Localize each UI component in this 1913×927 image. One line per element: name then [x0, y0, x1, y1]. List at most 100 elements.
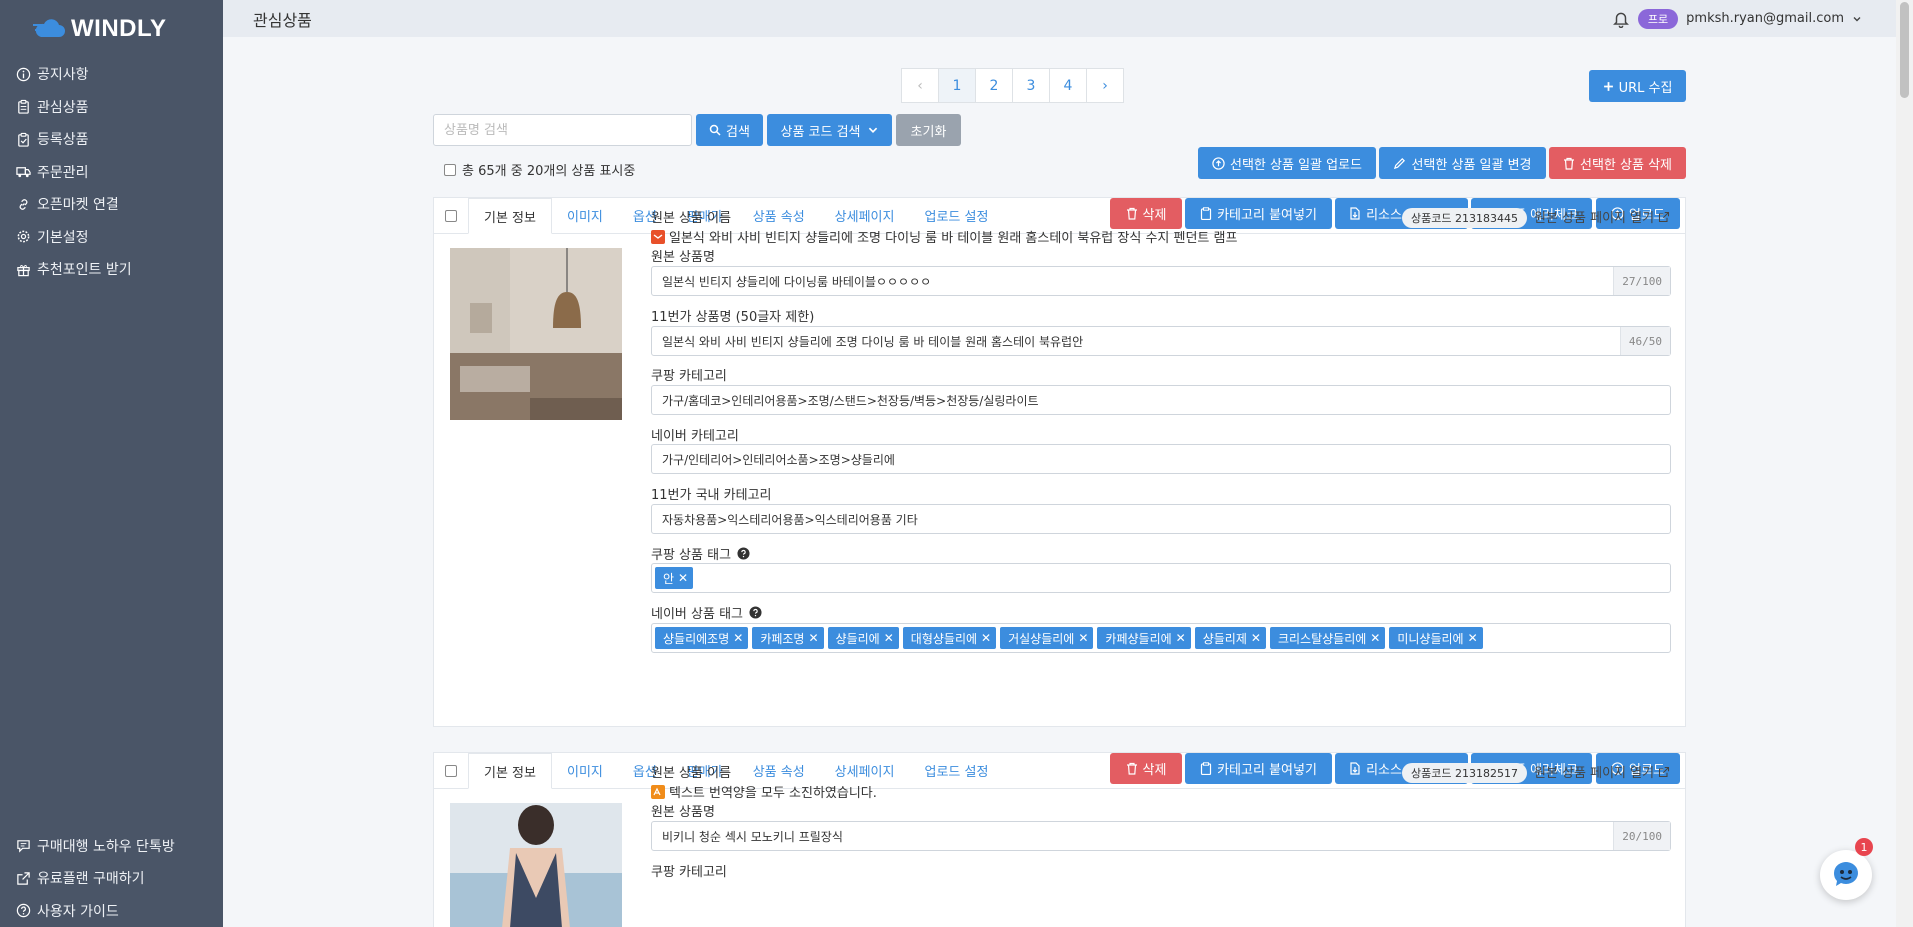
- paste-category-button[interactable]: 카테고리 붙여넣기: [1185, 198, 1332, 229]
- original-name-field[interactable]: 일본식 빈티지 샹들리에 다이닝룸 바테이블ㅇㅇㅇㅇㅇ 27/100: [651, 266, 1671, 296]
- search-input[interactable]: [433, 114, 692, 146]
- tab-basic-info[interactable]: 기본 정보: [468, 753, 552, 789]
- original-name-field[interactable]: 비키니 청순 섹시 모노키니 프릴장식 20/100: [651, 821, 1671, 851]
- naver-category-field[interactable]: 가구/인테리어>인테리어소품>조명>샹들리에: [651, 444, 1671, 474]
- brand-logo[interactable]: WINDLY: [0, 0, 223, 58]
- page-3-button[interactable]: 3: [1012, 68, 1050, 103]
- remove-tag-icon[interactable]: ✕: [1078, 631, 1088, 645]
- link-icon: [19, 198, 28, 210]
- sidebar-item-watchlist[interactable]: 관심상품: [0, 91, 223, 124]
- tag-chip[interactable]: 안 ✕: [655, 567, 694, 589]
- external-link-icon: [1659, 766, 1670, 777]
- user-area: 프로 pmksh.ryan@gmail.com: [1612, 8, 1896, 29]
- sidebar-item-orders[interactable]: 주문관리: [0, 156, 223, 189]
- remove-tag-icon[interactable]: ✕: [1251, 631, 1261, 645]
- page-1-button[interactable]: 1: [938, 68, 976, 103]
- reset-button[interactable]: 초기화: [896, 114, 961, 146]
- delete-button[interactable]: 삭제: [1110, 198, 1182, 229]
- remove-tag-icon[interactable]: ✕: [1370, 631, 1380, 645]
- naver-tags-label: 네이버 상품 태그: [651, 603, 762, 622]
- cloud-logo-icon: [33, 19, 65, 37]
- chevron-down-icon[interactable]: [1852, 14, 1862, 24]
- clipboard-icon: [18, 100, 29, 114]
- search-button[interactable]: 검색: [696, 114, 763, 146]
- coupang-tags-field[interactable]: 안 ✕: [651, 563, 1671, 593]
- product-code-badge: 상품코드 213183445: [1402, 208, 1527, 228]
- sidebar-item-guide[interactable]: 사용자 가이드: [0, 895, 223, 927]
- page-4-button[interactable]: 4: [1049, 68, 1087, 103]
- naver-tags-field[interactable]: 샹들리에조명 ✕ 카페조명 ✕ 샹들리에 ✕ 대형샹들리에 ✕ 거실샹들리에 ✕ 카페샹들…: [651, 623, 1671, 653]
- chat-widget-button[interactable]: [1820, 850, 1872, 900]
- st11-category-field[interactable]: 자동차용품>익스테리어용품>익스테리어용품 기타: [651, 504, 1671, 534]
- sidebar-item-notice[interactable]: 공지사항: [0, 58, 223, 91]
- st11-name-field[interactable]: 일본식 와비 사비 빈티지 샹들리에 조명 다이닝 룸 바 테이블 원래 홈스테…: [651, 326, 1671, 356]
- brand-name: WINDLY: [71, 15, 167, 42]
- product-card: 기본 정보 이미지 옵션 판매가 상품 속성 상세페이지 업로드 설정 삭제 카…: [433, 197, 1686, 727]
- product-checkbox[interactable]: [445, 210, 457, 222]
- original-title-row: 텍스트 번역양을 모두 소진하였습니다.: [651, 782, 877, 801]
- remove-tag-icon[interactable]: ✕: [1468, 631, 1478, 645]
- pendant-lamp-photo: [450, 248, 622, 420]
- coupang-category-field[interactable]: 가구/홈데코>인테리어용품>조명/스탠드>천장등/벽등>천장등/실링라이트: [651, 385, 1671, 415]
- bulk-upload-button[interactable]: 선택한 상품 일괄 업로드: [1198, 147, 1376, 179]
- tag-chip[interactable]: 샹들리에조명 ✕: [655, 627, 749, 649]
- chevron-down-icon: [868, 127, 877, 133]
- naver-category-label: 네이버 카테고리: [651, 429, 739, 444]
- trash-icon: [1126, 762, 1137, 775]
- remove-tag-icon[interactable]: ✕: [1176, 631, 1186, 645]
- sidebar-item-registered[interactable]: 등록상품: [0, 123, 223, 156]
- file-download-icon: [1350, 762, 1360, 775]
- sidebar: WINDLY 공지사항 관심상품 등록상품 주문관리 오픈마켓 연결 기본설정 …: [0, 0, 223, 927]
- external-link-icon: [17, 872, 30, 885]
- tab-basic-info[interactable]: 기본 정보: [468, 198, 552, 234]
- page-scrollbar[interactable]: [1896, 0, 1913, 927]
- swimsuit-photo: [450, 803, 622, 927]
- help-icon[interactable]: [749, 606, 762, 619]
- open-original-link[interactable]: 원본 상품 페이지 열기: [1534, 762, 1670, 781]
- bulk-edit-button[interactable]: 선택한 상품 일괄 변경: [1379, 147, 1546, 179]
- clipboard-icon: [1200, 207, 1212, 220]
- sidebar-item-community[interactable]: 구매대행 노하우 단톡방: [0, 830, 223, 863]
- tab-images[interactable]: 이미지: [551, 198, 618, 234]
- code-search-dropdown[interactable]: 상품 코드 검색: [767, 114, 892, 146]
- original-name-label: 원본 상품명: [651, 250, 715, 265]
- tag-chip[interactable]: 대형샹들리에 ✕: [902, 627, 997, 649]
- remove-tag-icon[interactable]: ✕: [678, 571, 688, 585]
- remove-tag-icon[interactable]: ✕: [884, 631, 894, 645]
- tag-chip[interactable]: 카페조명 ✕: [752, 627, 824, 649]
- sidebar-item-settings[interactable]: 기본설정: [0, 221, 223, 254]
- delete-button[interactable]: 삭제: [1110, 753, 1182, 784]
- tag-chip[interactable]: 미니샹들리에 ✕: [1389, 627, 1483, 649]
- tab-upload-settings[interactable]: 업로드 설정: [909, 753, 1004, 789]
- remove-tag-icon[interactable]: ✕: [733, 631, 743, 645]
- gift-icon: [17, 264, 30, 276]
- select-all-checkbox[interactable]: [444, 163, 456, 176]
- user-email[interactable]: pmksh.ryan@gmail.com: [1686, 11, 1844, 26]
- paste-category-button[interactable]: 카테고리 붙여넣기: [1185, 753, 1332, 784]
- tag-chip[interactable]: 카페샹들리에 ✕: [1097, 627, 1191, 649]
- tab-images[interactable]: 이미지: [551, 753, 618, 789]
- url-collect-button[interactable]: URL 수집: [1589, 70, 1686, 102]
- tag-chip[interactable]: 샹들리에 ✕: [827, 627, 899, 649]
- st11-category-label: 11번가 국내 카테고리: [651, 488, 772, 503]
- page-next-button[interactable]: ›: [1086, 68, 1124, 103]
- total-count: 총 65개 중 20개의 상품 표시중: [444, 160, 635, 179]
- sidebar-item-buy-plan[interactable]: 유료플랜 구매하기: [0, 862, 223, 895]
- product-checkbox[interactable]: [445, 765, 457, 777]
- tag-chip[interactable]: 샹들리제 ✕: [1194, 627, 1266, 649]
- remove-tag-icon[interactable]: ✕: [981, 631, 991, 645]
- product-image[interactable]: [450, 248, 622, 420]
- tag-chip[interactable]: 크리스탈샹들리에 ✕: [1269, 627, 1386, 649]
- help-icon[interactable]: [737, 547, 750, 560]
- sidebar-item-market-connect[interactable]: 오픈마켓 연결: [0, 188, 223, 221]
- open-original-link[interactable]: 원본 상품 페이지 열기: [1534, 207, 1670, 226]
- scrollbar-thumb[interactable]: [1900, 2, 1909, 98]
- page-prev-button[interactable]: ‹: [901, 68, 939, 103]
- tag-chip[interactable]: 거실샹들리에 ✕: [1000, 627, 1094, 649]
- page-2-button[interactable]: 2: [975, 68, 1013, 103]
- sidebar-item-referral[interactable]: 추천포인트 받기: [0, 253, 223, 286]
- bell-icon[interactable]: [1612, 10, 1630, 28]
- product-image[interactable]: [450, 803, 622, 927]
- remove-tag-icon[interactable]: ✕: [808, 631, 818, 645]
- bulk-delete-button[interactable]: 선택한 상품 삭제: [1549, 147, 1686, 179]
